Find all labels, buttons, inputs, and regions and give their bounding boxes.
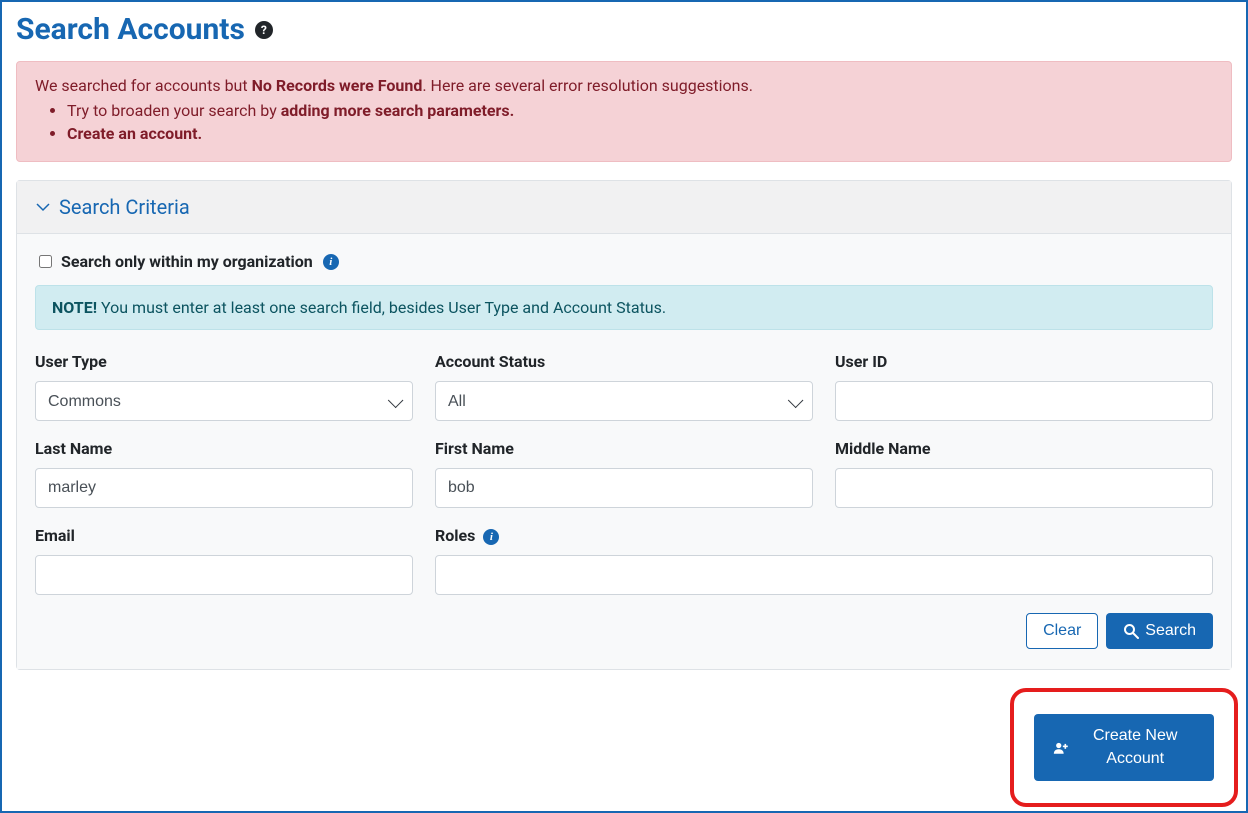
create-account-link[interactable]: Create an account. [67,124,202,143]
roles-group: Roles i [435,526,1213,595]
clear-button[interactable]: Clear [1026,613,1098,649]
user-id-input[interactable] [835,381,1213,421]
user-id-group: User ID [835,352,1213,421]
create-new-account-label: Create New Account [1075,725,1195,770]
app-frame: Search Accounts ? We searched for accoun… [0,0,1248,813]
note-strong: NOTE! [52,298,97,317]
error-sugg1-bold: adding more search parameters. [281,101,515,120]
roles-label: Roles i [435,526,1213,545]
error-suggestion-1: Try to broaden your search by adding mor… [67,101,1213,120]
info-icon[interactable]: i [483,529,499,545]
highlight-annotation: Create New Account [1010,688,1238,807]
middle-name-label: Middle Name [835,439,1213,458]
roles-label-text: Roles [435,526,475,545]
roles-input[interactable] [435,555,1213,595]
note-text: You must enter at least one search field… [97,298,666,317]
page-title: Search Accounts ? [16,12,1232,47]
user-id-label: User ID [835,352,1213,371]
page-title-text: Search Accounts [16,12,245,47]
first-name-group: First Name [435,439,813,508]
account-status-select[interactable]: All [435,381,813,421]
email-group: Email [35,526,413,595]
form-grid-row3: Email Roles i [35,526,1213,595]
last-name-input[interactable] [35,468,413,508]
last-name-label: Last Name [35,439,413,458]
actions-row: Clear Search [35,613,1213,649]
create-new-account-button[interactable]: Create New Account [1034,714,1214,781]
error-lead-pre: We searched for accounts but [35,76,252,95]
user-type-group: User Type Commons [35,352,413,421]
user-type-select[interactable]: Commons [35,381,413,421]
search-icon [1123,623,1139,639]
search-button-label: Search [1145,622,1196,640]
email-input[interactable] [35,555,413,595]
org-checkbox-label: Search only within my organization [61,252,313,271]
middle-name-input[interactable] [835,468,1213,508]
help-icon[interactable]: ? [255,21,273,39]
error-suggestion-2: Create an account. [67,124,1213,143]
panel-header[interactable]: Search Criteria [17,181,1231,234]
org-checkbox-row: Search only within my organization i [35,252,1213,271]
error-alert: We searched for accounts but No Records … [16,61,1232,162]
error-sugg1-pre: Try to broaden your search by [67,101,281,120]
first-name-input[interactable] [435,468,813,508]
error-lead-post: . Here are several error resolution sugg… [422,76,753,95]
chevron-down-icon [35,199,51,215]
first-name-label: First Name [435,439,813,458]
user-plus-icon [1053,740,1069,756]
form-grid-row1: User Type Commons Account Status All [35,352,1213,421]
error-lead: We searched for accounts but No Records … [35,76,1213,95]
info-icon[interactable]: i [323,254,339,270]
email-label: Email [35,526,413,545]
account-status-group: Account Status All [435,352,813,421]
error-lead-bold: No Records were Found [252,76,423,95]
account-status-label: Account Status [435,352,813,371]
note-box: NOTE! You must enter at least one search… [35,285,1213,330]
search-button[interactable]: Search [1106,613,1213,649]
form-grid-row2: Last Name First Name Middle Name [35,439,1213,508]
user-type-label: User Type [35,352,413,371]
panel-title: Search Criteria [59,195,190,219]
last-name-group: Last Name [35,439,413,508]
search-criteria-panel: Search Criteria Search only within my or… [16,180,1232,670]
search-within-org-checkbox[interactable] [39,255,52,268]
middle-name-group: Middle Name [835,439,1213,508]
panel-body: Search only within my organization i NOT… [17,234,1231,669]
